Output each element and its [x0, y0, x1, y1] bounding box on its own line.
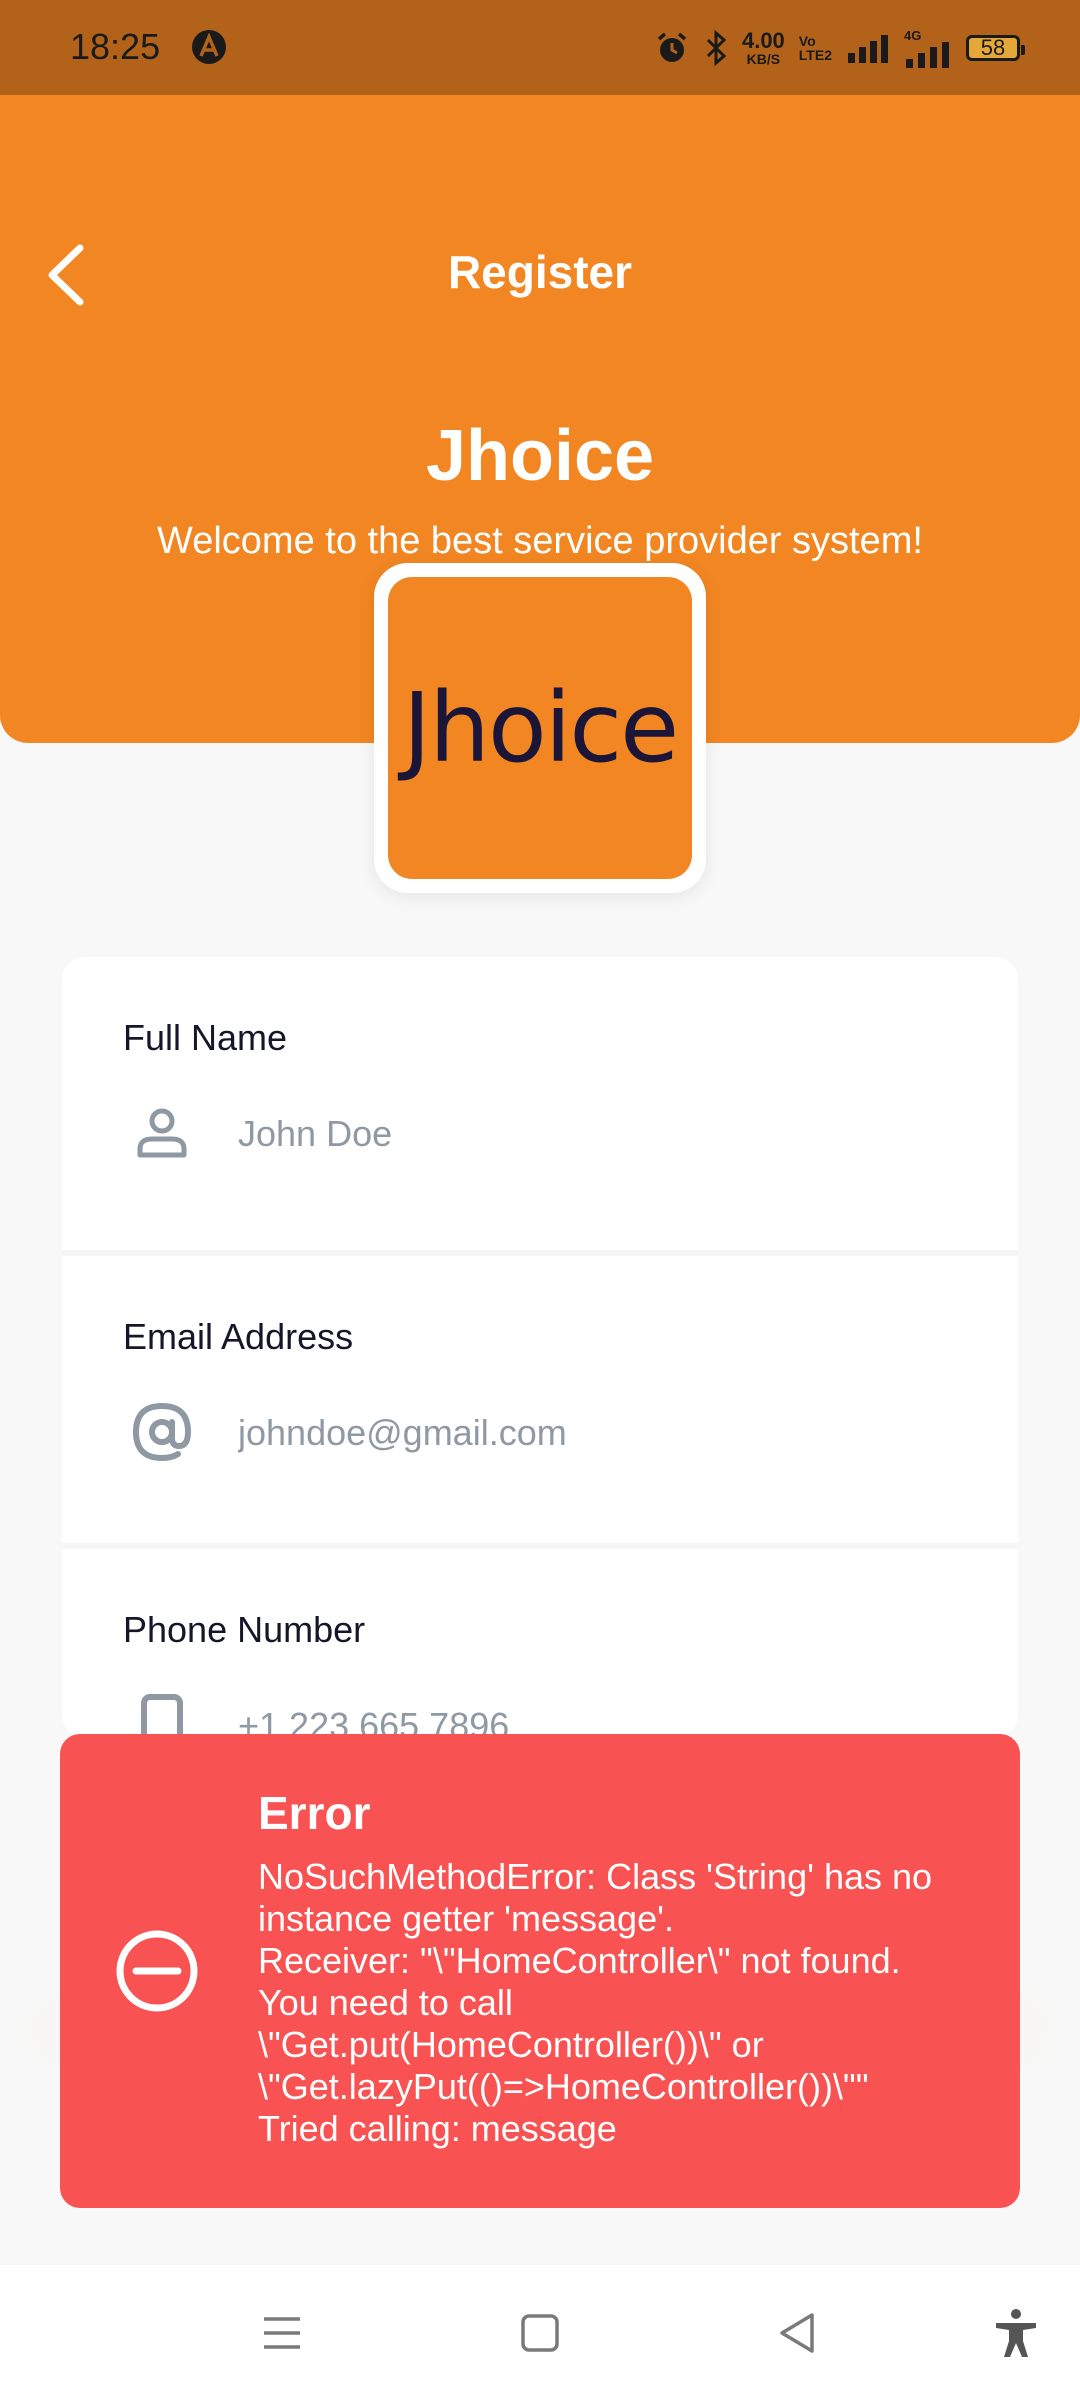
home-square-icon[interactable]: [512, 2305, 568, 2361]
error-minus-circle-icon: [116, 1930, 198, 2012]
battery-icon: 58: [966, 35, 1025, 61]
phone-field: Phone Number: [62, 1543, 1018, 1737]
volte-top: Vo: [798, 33, 816, 49]
at-icon: [132, 1402, 192, 1462]
accessibility-icon[interactable]: [988, 2305, 1044, 2361]
network-label: 4G: [904, 27, 922, 43]
app-logo: Jhoice: [374, 563, 706, 893]
error-message: NoSuchMethodError: Class 'String' has no…: [258, 1856, 933, 2149]
email-label: Email Address: [123, 1316, 354, 1357]
net-speed: 4.00 KB/S: [741, 28, 785, 67]
error-toast[interactable]: Error NoSuchMethodError: Class 'String' …: [60, 1734, 1020, 2208]
logo-tile: Jhoice: [388, 577, 692, 879]
bluetooth-icon: [706, 30, 727, 66]
back-triangle-icon[interactable]: [770, 2305, 826, 2361]
email-input[interactable]: [236, 1404, 960, 1462]
app-name: Jhoice: [425, 416, 655, 496]
status-bar: 18:25 4.00 KB/S Vo LTE2 4G 58: [0, 0, 1080, 95]
app-a-icon: [192, 30, 226, 64]
net-speed-value: 4.00: [741, 28, 785, 53]
signal-icon: [848, 35, 888, 63]
email-field: Email Address: [62, 1250, 1018, 1536]
tagline: Welcome to the best service provider sys…: [157, 520, 923, 562]
volte-bottom: LTE2: [798, 47, 832, 63]
volte-indicator: Vo LTE2: [799, 34, 832, 62]
phone-icon: [141, 1694, 183, 1737]
phone-label: Phone Number: [123, 1609, 366, 1650]
error-title: Error: [258, 1787, 371, 1839]
battery-level: 58: [980, 35, 1006, 60]
phone-input[interactable]: [236, 1697, 960, 1737]
full-name-label: Full Name: [123, 1017, 288, 1058]
net-speed-unit: KB/S: [746, 51, 781, 67]
signal-4g-icon: [906, 41, 949, 68]
person-icon: [137, 1108, 187, 1158]
register-form: Full Name Email Address Phone Number: [62, 957, 1018, 1737]
full-name-field: Full Name: [62, 957, 1018, 1237]
alarm-icon: [657, 32, 687, 62]
status-time: 18:25: [70, 26, 161, 67]
page-title: Register: [447, 246, 633, 298]
system-nav-bar: [0, 2265, 1080, 2400]
signal-4g: 4G: [904, 29, 952, 68]
full-name-input[interactable]: [236, 1105, 960, 1163]
status-icons: 4.00 KB/S Vo LTE2 4G 58: [654, 22, 1025, 74]
menu-icon[interactable]: [254, 2305, 310, 2361]
logo-wordmark: Jhoice: [402, 672, 679, 784]
